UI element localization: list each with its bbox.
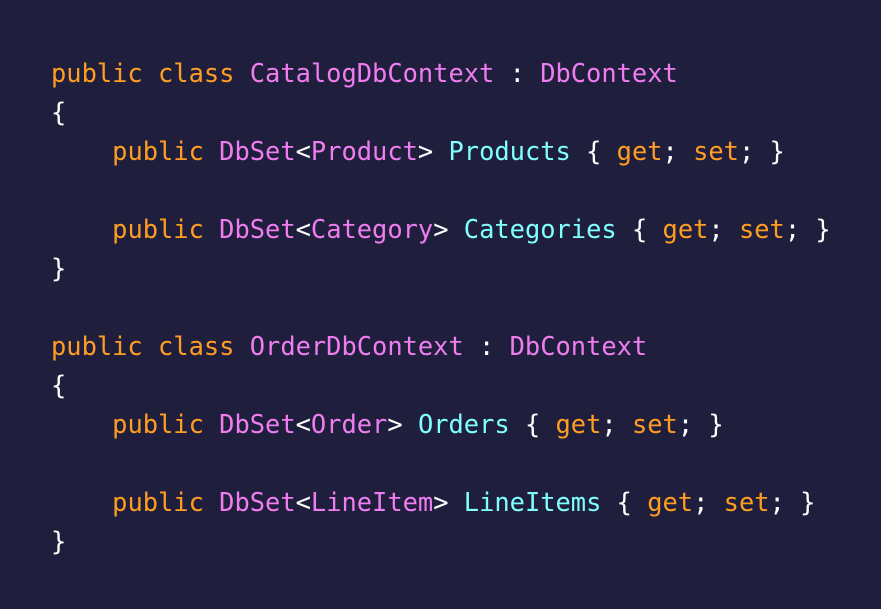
type-token: DbSet <box>219 409 296 439</box>
punctuation-token: ; } <box>769 487 816 517</box>
punctuation-token <box>51 136 112 166</box>
punctuation-token <box>143 331 158 361</box>
punctuation-token: < <box>295 487 311 517</box>
type-token: Product <box>310 136 418 166</box>
type-token: DbSet <box>219 214 296 244</box>
property-token: Orders <box>417 409 510 439</box>
punctuation-token: ; } <box>738 136 785 166</box>
punctuation-token: : <box>494 58 541 88</box>
code-line: public class OrderDbContext : DbContext <box>51 327 831 366</box>
punctuation-token: > <box>433 214 449 244</box>
punctuation-token: { <box>601 487 648 517</box>
punctuation-token <box>449 214 464 244</box>
punctuation-token <box>234 58 249 88</box>
punctuation-token: ; <box>601 409 632 439</box>
keyword-token: get <box>555 409 602 439</box>
code-line: } <box>51 522 831 561</box>
code-line: public DbSet<LineItem> LineItems { get ; … <box>51 483 831 522</box>
keyword-token: public <box>112 136 204 166</box>
keyword-token: set <box>723 487 770 517</box>
punctuation-token: { <box>51 97 67 127</box>
property-token: Products <box>448 136 571 166</box>
code-line: { <box>51 93 831 132</box>
keyword-token: public <box>51 58 143 88</box>
property-token: LineItems <box>463 487 602 517</box>
type-token: Order <box>310 409 388 439</box>
punctuation-token <box>433 136 448 166</box>
type-token: DbSet <box>219 136 296 166</box>
keyword-token: get <box>647 487 694 517</box>
punctuation-token <box>204 487 219 517</box>
punctuation-token: : <box>463 331 510 361</box>
code-line: } <box>51 249 831 288</box>
code-block: public class CatalogDbContext : DbContex… <box>51 54 831 561</box>
punctuation-token: { <box>51 370 67 400</box>
punctuation-token: > <box>387 409 403 439</box>
punctuation-token: { <box>570 136 617 166</box>
code-line: public class CatalogDbContext : DbContex… <box>51 54 831 93</box>
punctuation-token: > <box>433 487 449 517</box>
punctuation-token: ; <box>693 487 724 517</box>
code-line: { <box>51 366 831 405</box>
type-token: Category <box>310 214 434 244</box>
punctuation-token <box>51 487 112 517</box>
type-token: LineItem <box>310 487 434 517</box>
type-token: CatalogDbContext <box>249 58 495 88</box>
keyword-token: public <box>51 331 143 361</box>
property-token: Categories <box>463 214 617 244</box>
code-line: public DbSet<Category> Categories { get;… <box>51 210 831 249</box>
punctuation-token: } <box>51 526 67 556</box>
punctuation-token: < <box>295 136 311 166</box>
punctuation-token: < <box>295 214 311 244</box>
keyword-token: set <box>631 409 678 439</box>
keyword-token: set <box>693 136 739 166</box>
keyword-token: public <box>112 487 204 517</box>
punctuation-token: ; } <box>677 409 724 439</box>
punctuation-token: ; <box>662 136 694 166</box>
type-token: OrderDbContext <box>249 331 464 361</box>
punctuation-token <box>204 409 219 439</box>
punctuation-token <box>143 58 158 88</box>
punctuation-token <box>51 214 112 244</box>
punctuation-token: } <box>51 253 67 283</box>
type-token: DbContext <box>509 331 648 361</box>
punctuation-token: { <box>509 409 556 439</box>
code-line: public DbSet<Product> Products { get; se… <box>51 132 831 171</box>
punctuation-token: ; } <box>784 214 831 244</box>
punctuation-token: ; <box>708 214 739 244</box>
punctuation-token: < <box>295 409 311 439</box>
keyword-token: public <box>112 214 204 244</box>
punctuation-token <box>403 409 418 439</box>
type-token: DbSet <box>219 487 296 517</box>
keyword-token: class <box>158 331 235 361</box>
keyword-token: class <box>158 58 235 88</box>
keyword-token: get <box>662 214 709 244</box>
punctuation-token <box>51 409 112 439</box>
punctuation-token: > <box>417 136 434 166</box>
punctuation-token <box>449 487 464 517</box>
punctuation-token: { <box>616 214 663 244</box>
code-line: public DbSet<Order> Orders { get; set; } <box>51 405 831 444</box>
punctuation-token <box>204 214 219 244</box>
keyword-token: set <box>738 214 785 244</box>
keyword-token: public <box>112 409 204 439</box>
type-token: DbContext <box>540 58 678 88</box>
keyword-token: get <box>616 136 663 166</box>
punctuation-token <box>204 136 219 166</box>
punctuation-token <box>234 331 249 361</box>
